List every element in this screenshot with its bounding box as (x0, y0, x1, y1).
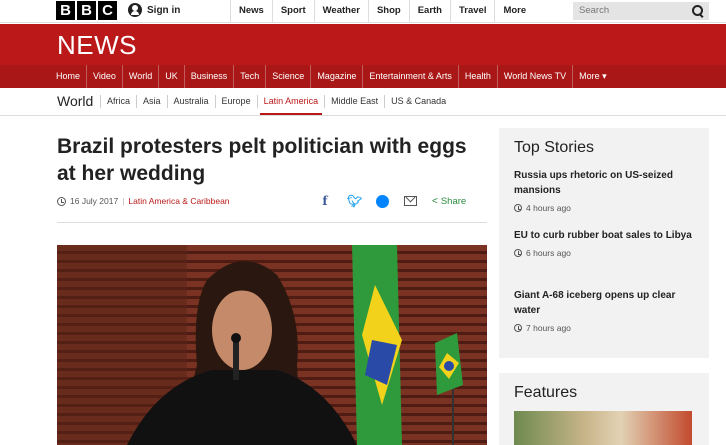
facebook-icon[interactable]: f (318, 194, 332, 208)
article-headline: Brazil protesters pelt politician with e… (57, 135, 467, 185)
section-nav-us-canada[interactable]: US & Canada (384, 95, 452, 108)
section-nav-africa[interactable]: Africa (100, 95, 136, 108)
global-nav-sport[interactable]: Sport (271, 0, 314, 23)
global-nav: News Sport Weather Shop Earth Travel Mor… (230, 0, 580, 23)
article-date: 16 July 2017 (70, 196, 119, 206)
article-divider (57, 222, 487, 223)
global-header: B B C Sign in News Sport Weather Shop Ea… (0, 0, 726, 23)
news-nav-entertainment[interactable]: Entertainment & Arts (363, 65, 459, 88)
section-nav-australia[interactable]: Australia (166, 95, 215, 108)
section-nav-asia[interactable]: Asia (136, 95, 167, 108)
article-meta: 16 July 2017 | Latin America & Caribbean (57, 196, 230, 206)
share-button[interactable]: < Share (432, 196, 466, 207)
twitter-icon[interactable]: 🐦︎ (347, 194, 362, 208)
news-nav-business[interactable]: Business (185, 65, 235, 88)
article-category-link[interactable]: Latin America & Caribbean (128, 196, 229, 206)
story-title[interactable]: EU to curb rubber boat sales to Libya (514, 228, 699, 243)
news-nav-video[interactable]: Video (87, 65, 123, 88)
top-stories-title: Top Stories (514, 139, 595, 156)
logo-letter: C (98, 1, 117, 20)
section-nav-middle-east[interactable]: Middle East (324, 95, 384, 108)
clock-icon (514, 324, 522, 332)
meta-separator: | (122, 196, 125, 206)
story-timestamp: 6 hours ago (514, 248, 699, 258)
story-item[interactable]: EU to curb rubber boat sales to Libya 6 … (514, 228, 699, 258)
global-nav-news[interactable]: News (230, 0, 272, 23)
news-nav-health[interactable]: Health (459, 65, 498, 88)
story-time: 6 hours ago (526, 248, 571, 258)
bbc-logo[interactable]: B B C (56, 1, 117, 20)
story-timestamp: 4 hours ago (514, 203, 699, 213)
story-time: 4 hours ago (526, 203, 571, 213)
share-icon: < (432, 195, 438, 207)
section-nav-latin-america[interactable]: Latin America (256, 95, 325, 115)
news-nav-uk[interactable]: UK (159, 65, 185, 88)
section-nav: World Africa Asia Australia Europe Latin… (0, 88, 726, 116)
share-label: Share (440, 195, 467, 207)
user-icon (128, 3, 142, 17)
sign-in-link[interactable]: Sign in (128, 3, 180, 17)
top-stories-panel: Top Stories Russia ups rhetoric on US-se… (499, 128, 709, 358)
story-timestamp: 7 hours ago (514, 323, 699, 333)
features-panel: Features (499, 373, 709, 445)
news-logo[interactable]: NEWS (57, 30, 137, 61)
news-nav-more[interactable]: More ▾ (573, 65, 613, 88)
feature-thumbnail[interactable] (514, 411, 692, 445)
logo-letter: B (56, 1, 75, 20)
sign-in-label: Sign in (147, 4, 181, 16)
story-item[interactable]: Russia ups rhetoric on US-seized mansion… (514, 168, 699, 213)
story-title[interactable]: Giant A-68 iceberg opens up clear water (514, 288, 699, 318)
politician-photo (57, 245, 487, 445)
story-time: 7 hours ago (526, 323, 571, 333)
news-nav-home[interactable]: Home (50, 65, 88, 88)
news-nav: Home Video World UK Business Tech Scienc… (0, 65, 726, 88)
search-input[interactable]: Search (573, 2, 709, 20)
news-nav-world-news-tv[interactable]: World News TV (498, 65, 574, 88)
search-icon[interactable] (692, 5, 703, 16)
clock-icon (57, 196, 66, 206)
news-nav-magazine[interactable]: Magazine (311, 65, 364, 88)
clock-icon (514, 204, 522, 212)
features-title: Features (514, 384, 578, 401)
news-nav-world[interactable]: World (123, 65, 160, 88)
article-photo (57, 245, 487, 445)
messenger-icon[interactable] (376, 194, 389, 208)
global-nav-travel[interactable]: Travel (450, 0, 494, 23)
share-tools: f 🐦︎ < Share (318, 194, 466, 208)
story-title[interactable]: Russia ups rhetoric on US-seized mansion… (514, 168, 699, 198)
email-icon[interactable] (404, 196, 417, 206)
story-item[interactable]: Giant A-68 iceberg opens up clear water … (514, 288, 699, 333)
news-nav-tech[interactable]: Tech (234, 65, 267, 88)
logo-letter: B (77, 1, 96, 20)
news-banner: NEWS (0, 24, 726, 65)
global-nav-shop[interactable]: Shop (367, 0, 409, 23)
section-title[interactable]: World (57, 93, 93, 109)
global-nav-weather[interactable]: Weather (313, 0, 368, 23)
clock-icon (514, 249, 522, 257)
section-nav-europe[interactable]: Europe (214, 95, 257, 108)
news-nav-science[interactable]: Science (266, 65, 312, 88)
global-nav-more[interactable]: More (494, 0, 580, 23)
global-nav-earth[interactable]: Earth (408, 0, 450, 23)
search-placeholder: Search (579, 5, 610, 16)
